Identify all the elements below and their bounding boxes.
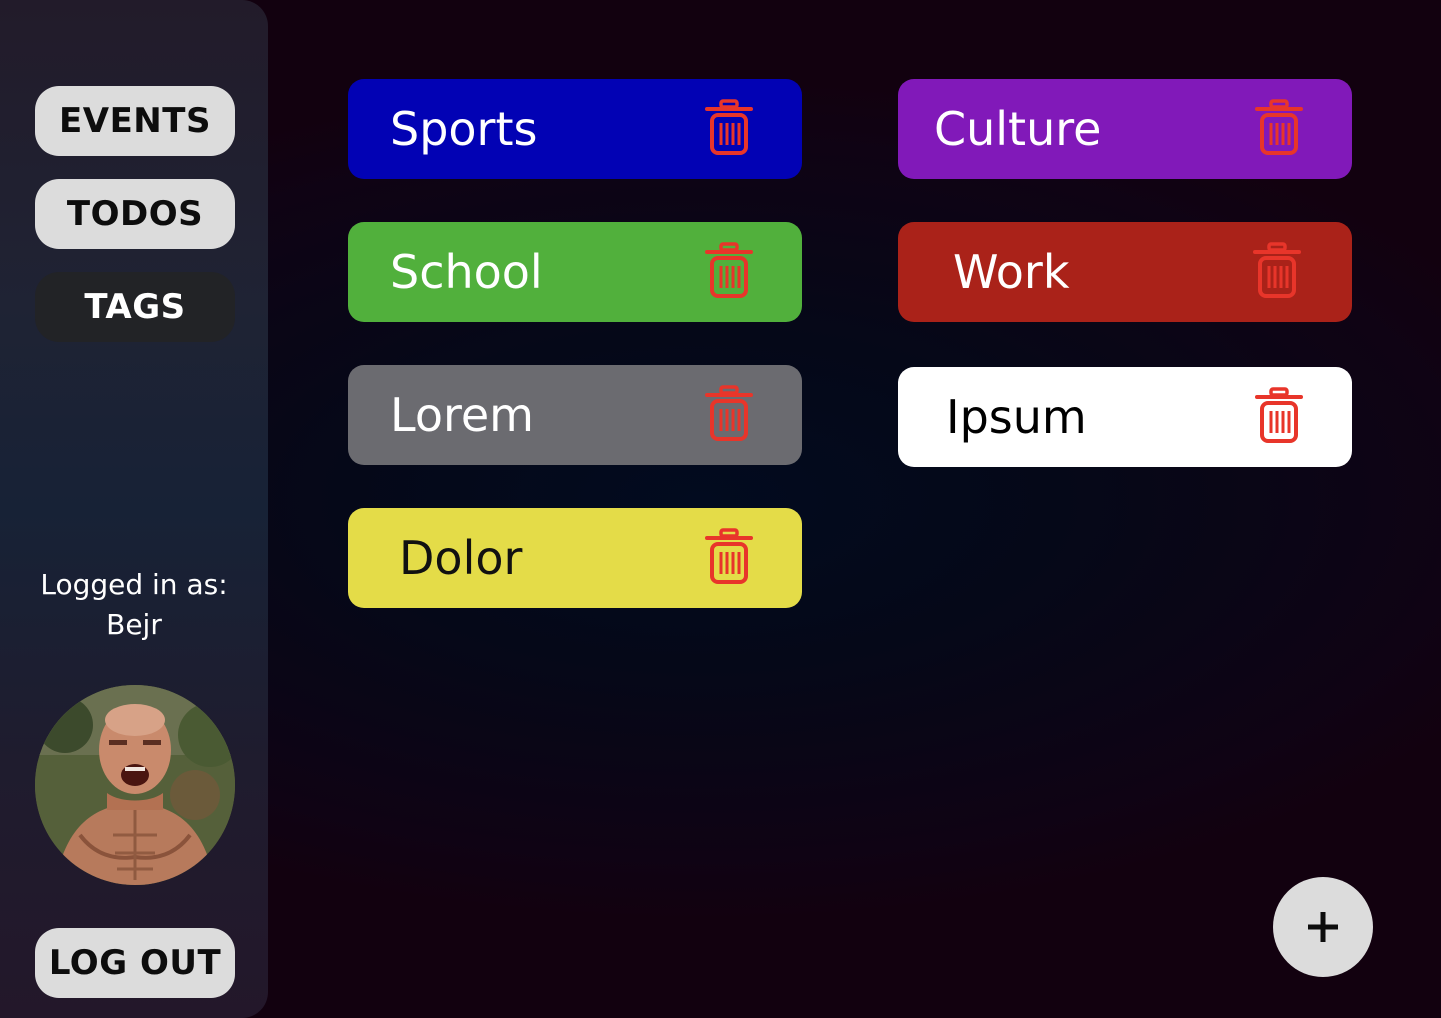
trash-icon[interactable] xyxy=(1252,242,1302,300)
login-info: Logged in as: Bejr xyxy=(0,565,268,645)
tag-card-school[interactable]: School xyxy=(348,222,802,322)
trash-icon[interactable] xyxy=(704,528,754,586)
nav-todos-button[interactable]: TODOS xyxy=(35,179,235,249)
plus-icon xyxy=(1308,912,1338,942)
tag-card-work[interactable]: Work xyxy=(898,222,1352,322)
logged-in-label: Logged in as: xyxy=(40,568,228,601)
logout-button[interactable]: LOG OUT xyxy=(35,928,235,998)
tag-label: Work xyxy=(953,245,1070,299)
avatar xyxy=(35,685,235,885)
tag-card-ipsum[interactable]: Ipsum xyxy=(898,367,1352,467)
tag-label: Sports xyxy=(390,102,538,156)
nav-tags-button[interactable]: TAGS xyxy=(35,272,235,342)
tag-label: Culture xyxy=(934,102,1102,156)
trash-icon[interactable] xyxy=(704,242,754,300)
tag-label: School xyxy=(390,245,543,299)
tag-label: Dolor xyxy=(399,531,523,585)
avatar-photo xyxy=(35,685,235,885)
trash-icon[interactable] xyxy=(1254,99,1304,157)
add-tag-button[interactable] xyxy=(1273,877,1373,977)
trash-icon[interactable] xyxy=(704,385,754,443)
tag-label: Ipsum xyxy=(946,390,1087,444)
tag-label: Lorem xyxy=(390,388,534,442)
trash-icon[interactable] xyxy=(704,99,754,157)
tag-card-sports[interactable]: Sports xyxy=(348,79,802,179)
tag-card-dolor[interactable]: Dolor xyxy=(348,508,802,608)
sidebar: EVENTS TODOS TAGS Logged in as: Bejr LOG… xyxy=(0,0,268,1018)
tag-card-culture[interactable]: Culture xyxy=(898,79,1352,179)
tag-card-lorem[interactable]: Lorem xyxy=(348,365,802,465)
nav-events-button[interactable]: EVENTS xyxy=(35,86,235,156)
trash-icon[interactable] xyxy=(1254,387,1304,445)
username: Bejr xyxy=(106,608,162,641)
